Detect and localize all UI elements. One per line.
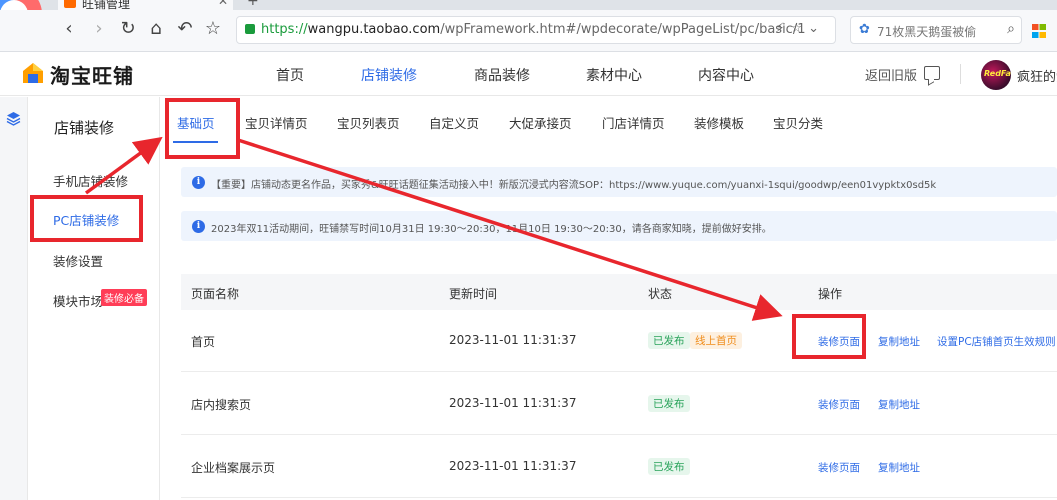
notice-double11: i 2023年双11活动期间，旺铺禁写时间10月31日 19:30～20:30，…	[181, 211, 1057, 241]
set-home-rule-link[interactable]: 设置PC店铺首页生效规则	[937, 334, 1056, 349]
active-tab-indicator	[173, 141, 218, 143]
url-scheme: https://	[261, 22, 308, 37]
column-header-page-name: 页面名称	[191, 287, 240, 301]
notice-text: 【重要】店铺动态更名作品，买家秀&旺旺话题征集活动接入中！新版沉浸式内容流SOP…	[211, 180, 937, 191]
layers-icon[interactable]	[6, 111, 21, 126]
search-box-text[interactable]: 71枚黑天鹅蛋被偷	[877, 23, 976, 40]
browser-search-box[interactable]: ✿ 71枚黑天鹅蛋被偷 ⌕	[850, 16, 1022, 44]
browser-toolbar: ‹ › ↻ ⌂ ↶ ☆ https://wangpu.taobao.com/wp…	[0, 10, 1057, 52]
topnav-shop-decoration[interactable]: 店铺装修	[361, 65, 417, 85]
secure-lock-icon	[245, 24, 255, 34]
search-icon[interactable]: ⌕	[1007, 21, 1015, 37]
sidebar-item-mobile-decoration[interactable]: 手机店铺装修	[53, 171, 128, 190]
topnav-home[interactable]: 首页	[276, 65, 304, 85]
browser-tab-strip: 旺铺管理 ✕ +	[0, 0, 1057, 10]
decorate-page-link[interactable]: 装修页面	[818, 460, 860, 475]
table-header: 页面名称 更新时间 状态 操作	[181, 274, 1057, 310]
update-time: 2023-11-01 11:31:37	[449, 396, 577, 410]
update-time: 2023-11-01 11:31:37	[449, 333, 577, 347]
column-header-update-time: 更新时间	[449, 287, 498, 301]
tab-item-detail[interactable]: 宝贝详情页	[245, 113, 308, 132]
message-icon[interactable]	[924, 66, 940, 80]
tab-item-categories[interactable]: 宝贝分类	[773, 113, 823, 132]
back-to-old-version-link[interactable]: 返回旧版	[865, 65, 917, 84]
table-row: 企业档案展示页 2023-11-01 11:31:37 已发布 装修页面 复制地…	[181, 436, 1057, 498]
topnav-product-decoration[interactable]: 商品装修	[474, 65, 530, 85]
undo-icon[interactable]: ↶	[172, 16, 198, 42]
module-market-badge: 装修必备	[101, 289, 147, 306]
url-text[interactable]: https://wangpu.taobao.com/wpFramework.ht…	[261, 22, 805, 37]
page-name: 企业档案展示页	[191, 461, 276, 475]
tab-store-detail[interactable]: 门店详情页	[602, 113, 665, 132]
table-row: 首页 2023-11-01 11:31:37 已发布 线上首页 装修页面 复制地…	[181, 310, 1057, 372]
info-icon: i	[192, 220, 205, 233]
header-divider	[960, 64, 961, 84]
page-name: 首页	[191, 335, 216, 349]
tab-basic-pages[interactable]: 基础页	[177, 113, 215, 132]
logo-text: 淘宝旺铺	[50, 64, 134, 88]
column-header-status: 状态	[648, 287, 673, 301]
topnav-material-center[interactable]: 素材中心	[586, 65, 642, 85]
decorate-page-link[interactable]: 装修页面	[818, 397, 860, 412]
url-host: wangpu.taobao.com	[307, 22, 441, 37]
back-icon[interactable]: ‹	[56, 16, 82, 42]
copy-address-link[interactable]: 复制地址	[878, 460, 920, 475]
tab-decoration-templates[interactable]: 装修模板	[694, 113, 744, 132]
tab-promotion-landing[interactable]: 大促承接页	[509, 113, 572, 132]
left-icon-rail	[0, 97, 28, 500]
status-badge: 已发布	[648, 332, 690, 349]
apps-grid-icon[interactable]	[1032, 24, 1046, 38]
home-icon[interactable]: ⌂	[143, 16, 169, 42]
avatar-text: RedFace	[984, 69, 1011, 78]
tab-custom-page[interactable]: 自定义页	[429, 113, 479, 132]
sidebar: 店铺装修 手机店铺装修 PC店铺装修 装修设置 模块市场 装修必备	[28, 97, 160, 500]
copy-address-link[interactable]: 复制地址	[878, 397, 920, 412]
reload-icon[interactable]: ↻	[115, 16, 141, 42]
sidebar-title: 店铺装修	[54, 119, 115, 137]
info-icon: i	[192, 176, 205, 189]
tab-title: 旺铺管理	[82, 0, 131, 10]
tab-favicon-icon	[64, 0, 76, 8]
column-header-actions: 操作	[818, 287, 843, 301]
bookmark-star-icon[interactable]: ☆	[200, 16, 226, 42]
new-tab-button[interactable]: +	[247, 0, 259, 9]
copy-address-link[interactable]: 复制地址	[878, 334, 920, 349]
browser-tab[interactable]: 旺铺管理 ✕	[58, 0, 233, 10]
url-path: /wpFramework.htm#/wpdecorate/wpPageList/…	[440, 22, 806, 37]
sidebar-item-module-market[interactable]: 模块市场	[53, 291, 103, 310]
address-bar[interactable]: https://wangpu.taobao.com/wpFramework.ht…	[236, 16, 836, 44]
sidebar-item-pc-decoration[interactable]: PC店铺装修	[53, 210, 119, 229]
update-time: 2023-11-01 11:31:37	[449, 459, 577, 473]
decorate-page-link[interactable]: 装修页面	[818, 334, 860, 349]
table-row: 店内搜索页 2023-11-01 11:31:37 已发布 装修页面 复制地址	[181, 373, 1057, 435]
online-home-badge: 线上首页	[690, 332, 742, 349]
forward-icon[interactable]: ›	[86, 16, 112, 42]
search-engine-paw-icon: ✿	[859, 22, 870, 37]
topnav-content-center[interactable]: 内容中心	[698, 65, 754, 85]
notice-text: 2023年双11活动期间，旺铺禁写时间10月31日 19:30～20:30，11…	[211, 224, 772, 235]
page-name: 店内搜索页	[191, 398, 252, 412]
username[interactable]: 疯狂的索	[1017, 66, 1057, 85]
page-type-tabs: 基础页 宝贝详情页 宝贝列表页 自定义页 大促承接页 门店详情页 装修模板 宝贝…	[160, 97, 1057, 143]
avatar[interactable]: RedFace	[981, 60, 1011, 90]
app-header: 淘宝旺铺 首页 店铺装修 商品装修 素材中心 内容中心 返回旧版 RedFace…	[0, 52, 1057, 96]
address-bar-actions-icon[interactable]: ⚡☆⌄	[775, 21, 825, 36]
taobao-wangpu-logo-icon	[23, 63, 43, 83]
sidebar-item-decoration-settings[interactable]: 装修设置	[53, 251, 103, 270]
tab-close-icon[interactable]: ✕	[218, 0, 228, 8]
notice-important: i 【重要】店铺动态更名作品，买家秀&旺旺话题征集活动接入中！新版沉浸式内容流S…	[181, 167, 1057, 197]
status-badge: 已发布	[648, 395, 690, 412]
status-badge: 已发布	[648, 458, 690, 475]
tab-item-list[interactable]: 宝贝列表页	[337, 113, 400, 132]
